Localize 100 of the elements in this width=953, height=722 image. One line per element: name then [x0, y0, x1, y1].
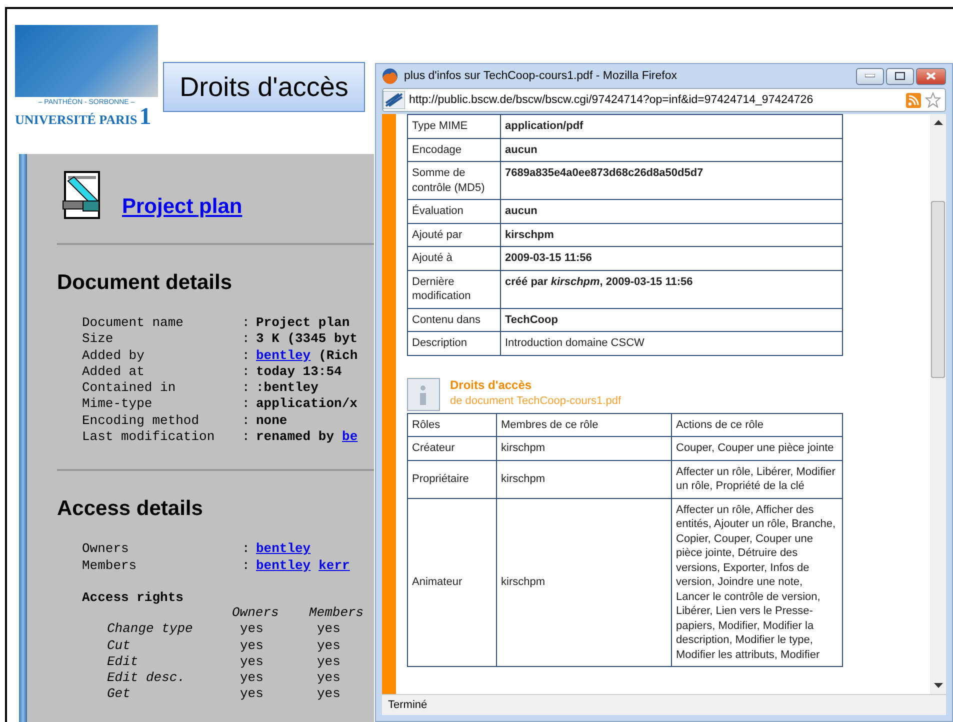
section-heading: Document details	[57, 271, 234, 295]
maximize-icon	[895, 72, 905, 80]
separator-colon: :	[242, 429, 251, 446]
status-text: Terminé	[388, 699, 428, 711]
right-value: yes	[316, 654, 342, 670]
logo-text: UNIVERSITÉ PARIS	[15, 112, 138, 128]
property-label: Ajouté par	[408, 223, 500, 246]
property-label: Type MIME	[408, 114, 500, 138]
detail-label: Last modification	[82, 429, 216, 446]
user-link[interactable]: bentley	[256, 541, 311, 558]
separator-colon: :	[242, 348, 251, 364]
right-value: yes	[316, 621, 342, 638]
detail-label: Mime-type	[82, 396, 154, 413]
right-value: yes	[239, 638, 264, 654]
right-name: Get	[107, 686, 132, 703]
slide-title: Droits d'accès	[163, 62, 365, 112]
detail-label: Members	[82, 558, 138, 574]
browser-logo-icon	[382, 68, 398, 84]
property-label: Évaluation	[408, 200, 500, 223]
logo-number: 1	[139, 106, 152, 128]
separator-colon: :	[242, 412, 251, 430]
user-link[interactable]: bentley	[256, 348, 311, 364]
separator-colon: :	[242, 331, 251, 348]
table-cell: Couper, Couper une pièce jointe	[672, 436, 842, 460]
right-name: Edit	[107, 654, 140, 670]
property-label: Encodage	[408, 138, 500, 162]
rights-heading: Access rights	[81, 590, 184, 605]
section-subtitle: de document TechCoop-cours1.pdf	[450, 394, 622, 406]
user-link[interactable]: be	[342, 429, 358, 446]
minimize-button[interactable]	[856, 68, 884, 84]
column-header: Membres de ce rôle	[496, 413, 672, 436]
address-bar[interactable]: http://public.bscw.de/bscw/bscw.cgi/97424714?op=inf&id=97424714_97424726	[382, 88, 946, 112]
detail-label: Owners	[82, 541, 130, 558]
detail-value: 3 K (3345 byt	[256, 331, 358, 348]
detail-label: Added by	[82, 348, 146, 364]
property-value: 7689a835e4a0ee873d68c26d8a50d5d7	[500, 162, 842, 200]
rights-column-header: Owners	[232, 604, 280, 622]
separator-colon: :	[242, 364, 251, 380]
table-cell: Affecter un rôle, Libérer, Modifier un rôle, Propriété de la clé	[672, 460, 842, 498]
separator-colon: :	[242, 541, 251, 558]
separator-colon: :	[242, 396, 251, 413]
scrollbar[interactable]	[930, 114, 946, 694]
detail-value: (Rich	[318, 348, 358, 364]
property-value: aucun	[500, 138, 842, 162]
detail-label: Added at	[82, 364, 146, 380]
right-value: yes	[239, 621, 264, 638]
property-value: créé par kirschpm, 2009-03-15 11:56	[500, 270, 842, 308]
property-label: Contenu dans	[408, 308, 500, 332]
scroll-up-icon[interactable]	[934, 119, 942, 125]
site-icon	[383, 91, 405, 109]
scroll-down-icon[interactable]	[934, 683, 942, 689]
property-value: kirschpm	[500, 223, 842, 246]
column-header: Actions de ce rôle	[672, 413, 842, 436]
table-cell: kirschpm	[496, 460, 672, 498]
rss-feed-icon[interactable]	[906, 92, 921, 108]
document-title-link[interactable]: Project plan	[122, 195, 242, 219]
window-title: plus d'infos sur TechCoop-cours1.pdf - Mozilla Firefox	[404, 70, 678, 82]
right-value: yes	[239, 686, 264, 703]
detail-value: none	[256, 412, 288, 430]
table-cell: Affecter un rôle, Afficher des entités, Ajouter un rôle, Branche, Copier, Couper, Couper une pièce jointe, Détruire des versions, Exporter, Infos de version, Joindre une note, Lancer le contrôle de version, Libérer, Lien vers le Presse-papiers, Modifier, Modifier la description, Modifier le type, Modifier les attributs, Modifier	[672, 498, 842, 666]
detail-label: Contained in	[82, 380, 177, 396]
separator-colon: :	[242, 380, 251, 396]
user-link[interactable]: bentley	[256, 558, 311, 574]
property-value: aucun	[500, 200, 842, 223]
right-value: yes	[239, 654, 264, 670]
detail-value: application/x	[256, 396, 358, 413]
bookmark-star-icon[interactable]	[925, 92, 941, 108]
close-button[interactable]	[916, 68, 946, 84]
info-icon	[407, 378, 440, 410]
right-value: yes	[239, 670, 264, 686]
property-label: Ajouté à	[408, 246, 500, 270]
section-heading: Access details	[57, 497, 204, 522]
separator-colon: :	[242, 315, 251, 332]
detail-label: Size	[82, 331, 114, 348]
url-text: http://public.bscw.de/bscw/bscw.cgi/97424714?op=inf&id=97424714_97424726	[409, 94, 814, 106]
detail-value: today 13:54	[256, 364, 342, 380]
detail-value: Project plan	[256, 315, 350, 332]
table-cell: Animateur	[408, 498, 496, 666]
rights-column-header: Members	[309, 604, 365, 622]
detail-label: Encoding method	[82, 412, 200, 430]
property-value: application/pdf	[500, 114, 842, 138]
table-cell: Propriétaire	[408, 460, 496, 498]
property-value: TechCoop	[500, 308, 842, 332]
document-icon	[62, 171, 102, 219]
property-label: Description	[408, 332, 500, 355]
right-name: Change type	[107, 621, 194, 638]
right-value: yes	[316, 670, 342, 686]
table-cell: Créateur	[408, 436, 496, 460]
right-name: Edit desc.	[107, 670, 186, 686]
right-value: yes	[316, 686, 342, 703]
section-title: Droits d'accès	[450, 378, 533, 392]
property-label: Somme de contrôle (MD5)	[408, 162, 500, 200]
minimize-icon	[865, 74, 875, 78]
user-link[interactable]: kerr	[318, 558, 350, 574]
table-cell: kirschpm	[496, 498, 672, 666]
detail-value: :bentley	[256, 380, 318, 396]
table-cell: kirschpm	[496, 436, 672, 460]
right-name: Cut	[107, 638, 132, 654]
right-value: yes	[316, 638, 342, 654]
maximize-button[interactable]	[886, 68, 914, 84]
